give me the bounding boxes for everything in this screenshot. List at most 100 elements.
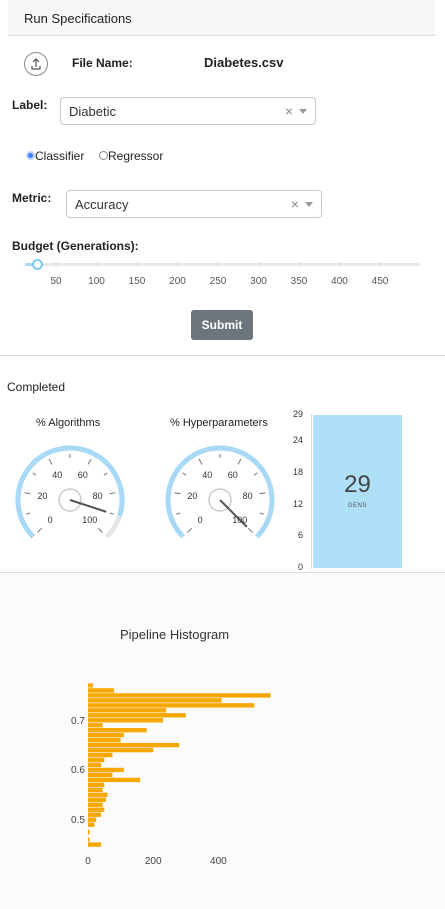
divider-top [0,355,445,356]
budget-slider-mark [94,262,99,267]
metric-select-value: Accuracy [75,197,129,212]
histogram-bar [88,752,113,758]
gauge-hyperparameters-title: % Hyperparameters [170,417,268,429]
gauge-tick-label: 60 [77,470,88,481]
budget-tick-label: 100 [88,276,105,287]
metric-select[interactable]: Accuracy × [66,190,322,218]
budget-tick-label: 450 [371,276,389,287]
budget-slider-handle[interactable] [32,259,43,270]
budget-slider-track[interactable] [25,263,420,266]
histogram-bar [88,693,271,698]
histogram-bar [88,732,124,738]
metric-dropdown-arrow-icon[interactable] [305,202,313,207]
budget-tick-label: 150 [128,276,146,287]
histogram-bar [88,842,102,847]
budget-tick-label: 300 [250,276,267,287]
histogram-bar [88,812,102,817]
budget-slider-mark [175,262,180,267]
histogram-bar [88,772,113,778]
gauge-tick-label: 100 [232,514,248,525]
budget-slider-mark [296,262,302,267]
file-name-value: Diabetes.csv [204,55,284,70]
budget-slider-mark [215,262,221,267]
budget-slider-mark [337,262,342,267]
histogram-bar [88,698,222,703]
metric-clear-icon[interactable]: × [291,196,299,212]
gauge-tick [48,458,53,465]
card-title: Run Specifications [24,11,132,26]
histogram-bar [88,747,154,753]
histogram-title: Pipeline Histogram [120,627,230,642]
histogram-bar [88,703,255,708]
histogram-bar [88,792,108,798]
histogram-bar [88,737,121,743]
regressor-label: Regressor [108,149,164,163]
upload-icon [31,58,41,70]
gauge-tick [109,512,114,515]
label-field-label: Label: [12,98,48,112]
gens-tick-label: 0 [297,562,303,572]
histogram-bar [88,683,93,688]
submit-button[interactable]: Submit [191,310,253,340]
gauge-tick [187,527,193,533]
gauge-tick [198,458,203,465]
budget-label: Budget (Generations): [12,239,139,253]
gauge-tick [174,492,181,495]
gens-tick-label: 18 [292,467,303,478]
gauge-tick [253,472,258,476]
gauge-tick [259,492,266,495]
histogram-bar [88,688,115,693]
histogram-bar [88,723,103,728]
histogram-bar [88,802,103,807]
label-clear-icon[interactable]: × [285,103,293,119]
histogram-bar [88,767,124,773]
histogram-bar [88,757,105,763]
gauge-tick [32,472,37,476]
histogram-bar [88,718,163,723]
budget-slider-mark [377,262,383,267]
metric-field-label: Metric: [12,191,52,205]
classifier-radio[interactable] [26,151,35,160]
budget-tick-label: 400 [331,276,348,287]
histogram-bar [88,817,97,822]
histogram-plot [88,683,271,847]
gauge-tick [237,458,242,465]
gauge-algorithms-title: % Algorithms [36,417,101,429]
file-name-label: File Name: [72,56,133,70]
budget-slider-mark [53,262,59,267]
regressor-radio[interactable] [99,151,108,160]
budget-slider-mark [256,262,261,267]
gauge-tick [87,458,92,465]
label-select[interactable]: Diabetic × [60,97,316,125]
gauge-tick [37,527,43,533]
gauge-tick [97,527,103,533]
histogram-bar [88,782,105,788]
upload-button[interactable] [24,52,48,76]
histogram-bar [88,787,103,793]
label-select-value: Diabetic [69,104,116,119]
budget-tick-label: 200 [169,276,186,287]
gauge-tick-label: 20 [187,490,198,501]
histogram-bar [88,829,90,835]
gens-tick-label: 29 [292,409,303,419]
histogram-bar [88,807,105,812]
histogram-y-tick-label: 0.7 [71,715,85,727]
histogram-bar [88,822,95,827]
label-dropdown-arrow-icon[interactable] [299,109,307,114]
gauge-tick-label: 20 [37,490,48,501]
gauge-tick [109,492,116,495]
histogram-bar [88,777,141,783]
gauge-tick [26,512,31,515]
gens-tick-label: 6 [297,530,303,541]
histogram-bar [88,728,147,733]
gauge-tick [247,527,253,533]
gauge-tick-label: 80 [92,490,103,501]
budget-tick-label: 350 [290,276,308,287]
histogram-bar [88,762,102,768]
gauge-tick [103,472,108,476]
gens-tick-label: 12 [292,498,303,509]
histogram-x-tick-label: 0 [85,856,91,867]
gauge-tick-label: 0 [47,514,53,525]
gens-value: 29 [344,471,371,498]
gauge-tick-label: 100 [82,514,98,525]
